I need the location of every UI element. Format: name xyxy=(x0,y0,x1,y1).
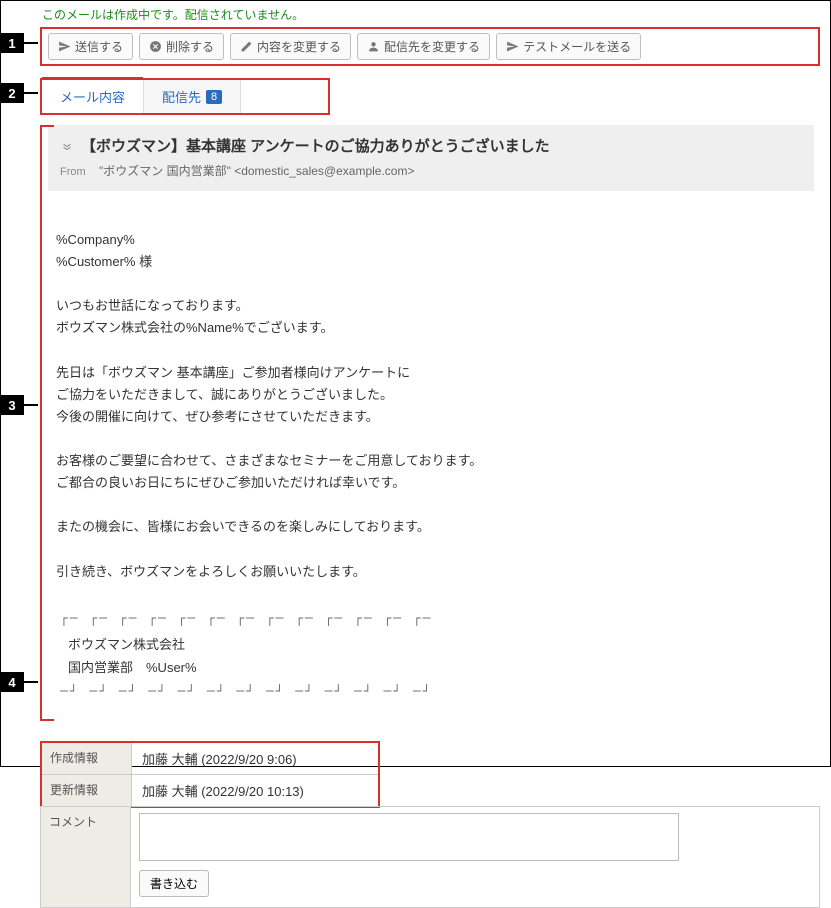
user-icon xyxy=(367,40,380,53)
status-message: このメールは作成中です。配信されていません。 xyxy=(40,6,820,27)
body-thanks: 先日は「ボウズマン 基本講座」ご参加者様向けアンケートに ご協力をいただきまして… xyxy=(56,365,410,424)
tabs: メール内容 配信先 8 xyxy=(40,78,330,115)
tab-recipients[interactable]: 配信先 8 xyxy=(143,80,241,113)
tab-recipients-label: 配信先 xyxy=(162,87,201,106)
meta-updated-label: 更新情報 xyxy=(42,775,132,806)
meta-created-label: 作成情報 xyxy=(42,743,132,774)
callout-3: 3 xyxy=(0,395,24,415)
delete-button[interactable]: 削除する xyxy=(139,33,224,60)
signature-dept: 国内営業部 %User% xyxy=(48,655,814,678)
meta-created-value: 加藤 大輔 (2022/9/20 9:06) xyxy=(132,743,378,774)
send-test-label: テストメールを送る xyxy=(523,38,631,55)
send-label: 送信する xyxy=(75,38,123,55)
callout-line xyxy=(24,42,38,44)
from-label: From xyxy=(60,166,86,178)
edit-recipients-label: 配信先を変更する xyxy=(384,38,480,55)
callout-line xyxy=(24,681,38,683)
send-test-button[interactable]: テストメールを送る xyxy=(496,33,641,60)
callout-line xyxy=(24,404,38,406)
send-button[interactable]: 送信する xyxy=(48,33,133,60)
toolbar: 送信する 削除する 内容を変更する 配信先を変更する テストメールを送る xyxy=(40,27,820,66)
callout-2: 2 xyxy=(0,83,24,103)
edit-content-button[interactable]: 内容を変更する xyxy=(230,33,351,60)
send-icon xyxy=(58,40,71,53)
recipient-count-badge: 8 xyxy=(206,90,222,104)
tab-content[interactable]: メール内容 xyxy=(42,77,143,113)
signature-divider-top: ┌─ ┌─ ┌─ ┌─ ┌─ ┌─ ┌─ ┌─ ┌─ ┌─ ┌─ ┌─ ┌─ xyxy=(48,605,814,632)
edit-icon xyxy=(240,40,253,53)
body-seminar: お客様のご要望に合わせて、さまざまなセミナーをご用意しております。 ご都合の良い… xyxy=(56,453,482,490)
meta-info-table: 作成情報 加藤 大輔 (2022/9/20 9:06) 更新情報 加藤 大輔 (… xyxy=(40,741,380,808)
mail-body: %Company% %Customer% 様 いつもお世話になっております。 ボ… xyxy=(48,191,814,605)
meta-updated-row: 更新情報 加藤 大輔 (2022/9/20 10:13) xyxy=(42,774,378,806)
tab-content-label: メール内容 xyxy=(60,87,125,106)
edit-recipients-button[interactable]: 配信先を変更する xyxy=(357,33,490,60)
callout-line xyxy=(24,92,38,94)
body-greeting: %Company% %Customer% 様 xyxy=(56,232,152,269)
subject-box: 【ボウズマン】基本講座 アンケートのご協力ありがとうございました From "ボ… xyxy=(48,125,814,191)
edit-content-label: 内容を変更する xyxy=(257,38,341,55)
mail-content-panel: 【ボウズマン】基本講座 アンケートのご協力ありがとうございました From "ボ… xyxy=(40,125,820,721)
delete-icon xyxy=(149,40,162,53)
comment-textarea[interactable] xyxy=(139,813,679,861)
delete-label: 削除する xyxy=(166,38,214,55)
mail-subject: 【ボウズマン】基本講座 アンケートのご協力ありがとうございました xyxy=(81,135,550,156)
body-closing: 引き続き、ボウズマンをよろしくお願いいたします。 xyxy=(56,564,366,579)
chevron-down-icon xyxy=(60,139,74,153)
callout-4: 4 xyxy=(0,672,24,692)
comment-label: コメント xyxy=(41,807,131,907)
meta-updated-value: 加藤 大輔 (2022/9/20 10:13) xyxy=(132,775,378,806)
comment-row: コメント 書き込む xyxy=(40,806,820,908)
meta-created-row: 作成情報 加藤 大輔 (2022/9/20 9:06) xyxy=(42,743,378,774)
signature-company: ボウズマン株式会社 xyxy=(48,632,814,655)
callout-1: 1 xyxy=(0,33,24,53)
from-value: "ボウズマン 国内営業部" <domestic_sales@example.co… xyxy=(99,164,414,178)
signature-divider-bottom: ─┘ ─┘ ─┘ ─┘ ─┘ ─┘ ─┘ ─┘ ─┘ ─┘ ─┘ ─┘ ─┘ xyxy=(48,678,814,705)
comment-submit-button[interactable]: 書き込む xyxy=(139,870,209,897)
from-line: From "ボウズマン 国内営業部" <domestic_sales@examp… xyxy=(60,162,802,179)
body-intro: いつもお世話になっております。 ボウズマン株式会社の%Name%でございます。 xyxy=(56,298,334,335)
send-icon xyxy=(506,40,519,53)
body-looking-forward: またの機会に、皆様にお会いできるのを楽しみにしております。 xyxy=(56,519,430,534)
